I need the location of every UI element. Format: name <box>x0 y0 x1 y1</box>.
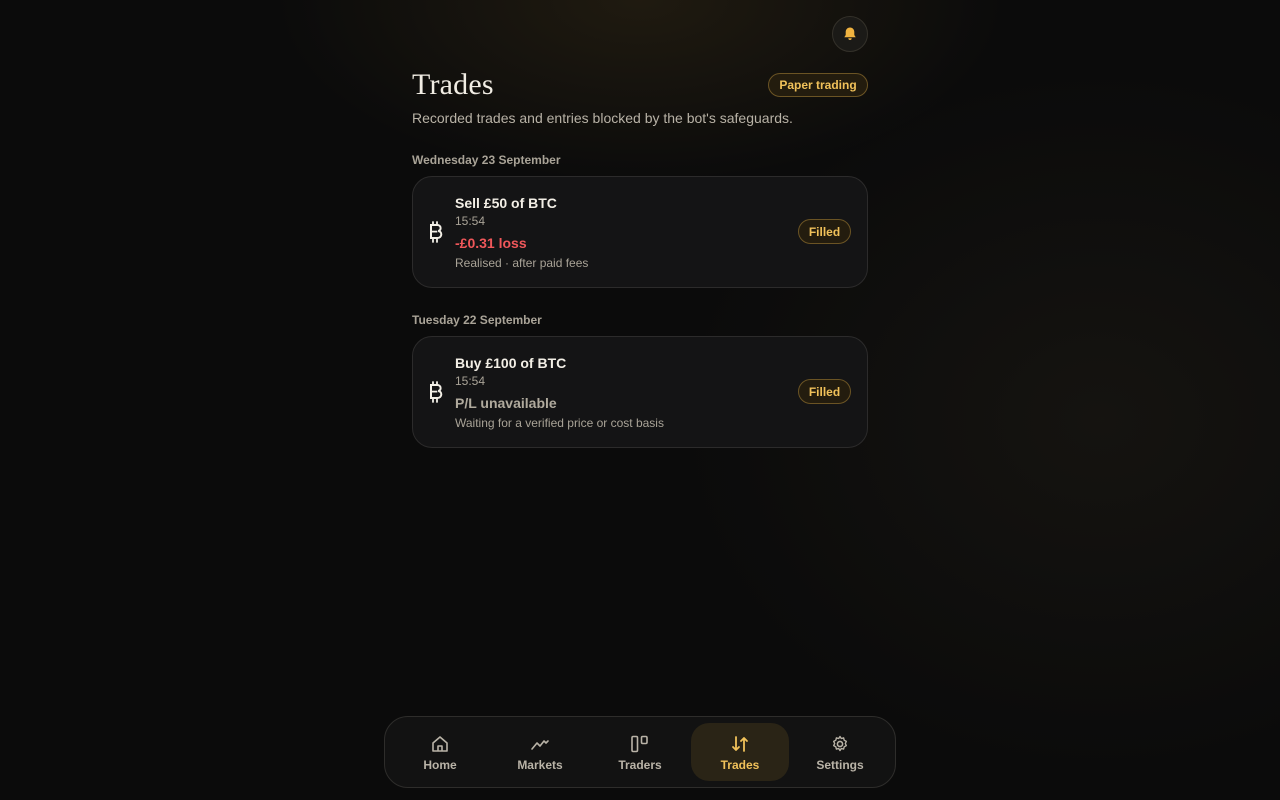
nav-label: Traders <box>618 758 662 772</box>
nav-item-traders[interactable]: Traders <box>591 723 689 781</box>
bottom-nav: Home Markets Traders Trades Settings <box>384 716 896 788</box>
nav-label: Settings <box>816 758 864 772</box>
trade-title: Sell £50 of BTC <box>455 195 557 211</box>
trade-pl-note: Realised · after paid fees <box>455 256 589 270</box>
nav-label: Markets <box>517 758 563 772</box>
trade-pl-note: Waiting for a verified price or cost bas… <box>455 416 664 430</box>
nav-item-settings[interactable]: Settings <box>791 723 889 781</box>
trade-title: Buy £100 of BTC <box>455 355 567 371</box>
gear-icon <box>833 735 847 752</box>
home-icon <box>432 736 448 752</box>
trade-time: 15:54 <box>455 214 486 228</box>
page-title: Trades <box>412 68 494 101</box>
trade-pl: -£0.31 loss <box>455 235 527 251</box>
page-subtitle: Recorded trades and entries blocked by t… <box>412 110 793 126</box>
day-label: Wednesday 23 September <box>412 153 561 167</box>
chart-line-icon <box>531 740 549 750</box>
bell-icon <box>844 27 856 40</box>
trade-card[interactable]: Buy £100 of BTC 15:54 P/L unavailable Wa… <box>412 336 868 448</box>
columns-icon <box>631 735 648 753</box>
nav-label: Trades <box>720 758 760 772</box>
trade-card[interactable]: Sell £50 of BTC 15:54 -£0.31 loss Realis… <box>412 176 868 288</box>
notifications-button[interactable] <box>832 16 868 52</box>
bitcoin-icon <box>427 220 445 244</box>
trade-pl: P/L unavailable <box>455 395 557 411</box>
nav-item-home[interactable]: Home <box>391 723 489 781</box>
nav-item-trades[interactable]: Trades <box>691 723 789 781</box>
nav-label: Home <box>423 758 457 772</box>
nav-item-markets[interactable]: Markets <box>491 723 589 781</box>
trade-time: 15:54 <box>455 374 486 388</box>
arrows-up-down-icon <box>732 736 748 752</box>
status-badge: Filled <box>798 379 851 404</box>
day-label: Tuesday 22 September <box>412 313 542 327</box>
bitcoin-icon <box>427 380 445 404</box>
status-badge: Filled <box>798 219 851 244</box>
paper-trading-badge: Paper trading <box>768 73 868 97</box>
